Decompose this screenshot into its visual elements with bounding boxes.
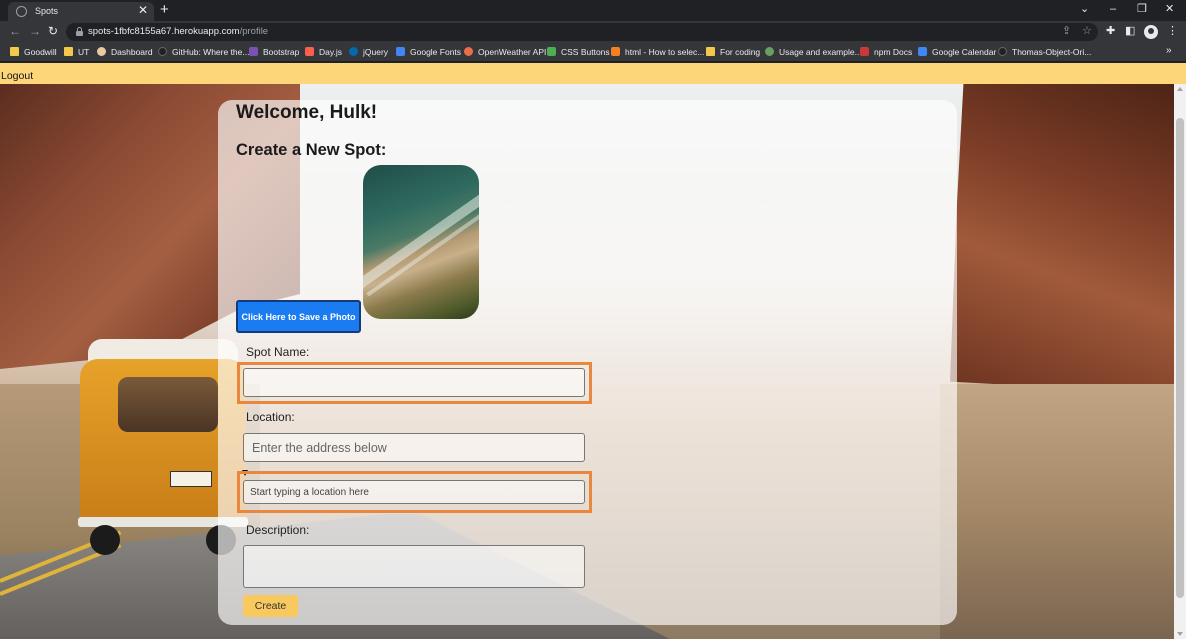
tab-title: Spots <box>35 6 59 16</box>
description-label: Description: <box>246 523 310 537</box>
window-close-icon[interactable]: ✕ <box>1165 3 1174 15</box>
bookmark-item[interactable]: npm Docs <box>860 46 912 59</box>
scroll-down-icon[interactable] <box>1177 632 1183 636</box>
bootstrap-icon <box>249 47 258 56</box>
browser-tab[interactable]: Spots ✕ <box>8 2 154 21</box>
description-textarea[interactable] <box>243 545 585 588</box>
page-viewport: Logout Welcome, Hulk! Create a New Spot: <box>0 63 1186 639</box>
restore-icon[interactable]: ❐ <box>1137 3 1147 15</box>
spot-name-input[interactable] <box>243 368 585 397</box>
location-label: Location: <box>246 410 295 424</box>
lock-icon <box>76 27 83 36</box>
profile-avatar-icon[interactable] <box>1144 25 1158 39</box>
folder-icon <box>706 47 715 56</box>
github-icon <box>998 47 1007 56</box>
stackoverflow-icon <box>611 47 620 56</box>
side-panel-icon[interactable]: ◧ <box>1125 24 1135 38</box>
google-fonts-icon <box>396 47 405 56</box>
address-input[interactable] <box>243 433 585 462</box>
bookmark-item[interactable]: Google Calendar <box>918 46 996 59</box>
bookmark-item[interactable]: Goodwill <box>10 46 57 59</box>
page-scrollbar[interactable] <box>1174 84 1186 639</box>
node-icon <box>765 47 774 56</box>
app-navbar: Logout <box>0 63 1186 84</box>
github-icon <box>158 47 167 56</box>
bookmark-item[interactable]: OpenWeather API <box>464 46 546 59</box>
bookmark-item[interactable]: UT <box>64 46 89 59</box>
browser-tab-strip: Spots ✕ + ⌄ – ❐ ✕ <box>0 0 1186 21</box>
bookmark-item[interactable]: html - How to selec... <box>611 46 704 59</box>
bookmark-item[interactable]: Google Fonts <box>396 46 461 59</box>
extensions-icon[interactable]: ✚ <box>1106 24 1115 38</box>
bookmark-item[interactable]: Thomas-Object-Ori... <box>998 46 1091 59</box>
bookmark-item[interactable]: Bootstrap <box>249 46 299 59</box>
folder-icon <box>10 47 19 56</box>
reload-icon[interactable]: ↻ <box>48 24 58 38</box>
forward-icon[interactable]: → <box>29 24 41 38</box>
share-icon[interactable]: ⇪ <box>1062 25 1071 38</box>
spot-photo-preview <box>363 165 479 319</box>
logout-link[interactable]: Logout <box>1 70 33 82</box>
css-buttons-icon <box>547 47 556 56</box>
bookmarks-overflow-icon[interactable]: » <box>1166 45 1172 56</box>
minimize-icon[interactable]: – <box>1110 3 1116 15</box>
browser-toolbar: ← → ↻ spots-1fbfc8155a67.herokuapp.com/p… <box>0 21 1186 43</box>
welcome-heading: Welcome, Hulk! <box>236 102 378 123</box>
save-photo-button[interactable]: Click Here to Save a Photo <box>236 300 361 333</box>
new-tab-icon[interactable]: + <box>160 1 169 18</box>
create-button[interactable]: Create <box>243 595 298 617</box>
bookmark-item[interactable]: For coding <box>706 46 760 59</box>
tab-close-icon[interactable]: ✕ <box>138 4 148 17</box>
bookmark-item[interactable]: Usage and example... <box>765 46 862 59</box>
address-bar[interactable]: spots-1fbfc8155a67.herokuapp.com/profile… <box>66 23 1098 41</box>
dayjs-icon <box>305 47 314 56</box>
spot-name-label: Spot Name: <box>246 345 310 359</box>
location-autocomplete-input[interactable] <box>243 480 585 504</box>
more-menu-icon[interactable]: ⋮ <box>1167 24 1178 38</box>
dashboard-icon <box>97 47 106 56</box>
tab-search-icon[interactable]: ⌄ <box>1080 3 1089 15</box>
bookmark-item[interactable]: GitHub: Where the... <box>158 46 249 59</box>
tab-favicon-icon <box>16 6 27 17</box>
npm-icon <box>860 47 869 56</box>
scroll-up-icon[interactable] <box>1177 87 1183 91</box>
openweather-icon <box>464 47 473 56</box>
bookmark-star-icon[interactable]: ☆ <box>1082 25 1092 38</box>
calendar-icon <box>918 47 927 56</box>
bookmark-item[interactable]: jQuery <box>349 46 388 59</box>
scroll-thumb[interactable] <box>1176 118 1184 598</box>
folder-icon <box>64 47 73 56</box>
url-text[interactable]: spots-1fbfc8155a67.herokuapp.com/profile <box>88 26 268 37</box>
profile-card: Welcome, Hulk! Create a New Spot: Click … <box>218 100 957 625</box>
bookmarks-bar: Goodwill UT Dashboard GitHub: Where the.… <box>0 43 1186 62</box>
jquery-icon <box>349 47 358 56</box>
back-icon[interactable]: ← <box>9 24 21 38</box>
bookmark-item[interactable]: Day.js <box>305 46 342 59</box>
create-spot-heading: Create a New Spot: <box>236 141 387 159</box>
bookmark-item[interactable]: Dashboard <box>97 46 153 59</box>
bookmark-item[interactable]: CSS Buttons <box>547 46 610 59</box>
